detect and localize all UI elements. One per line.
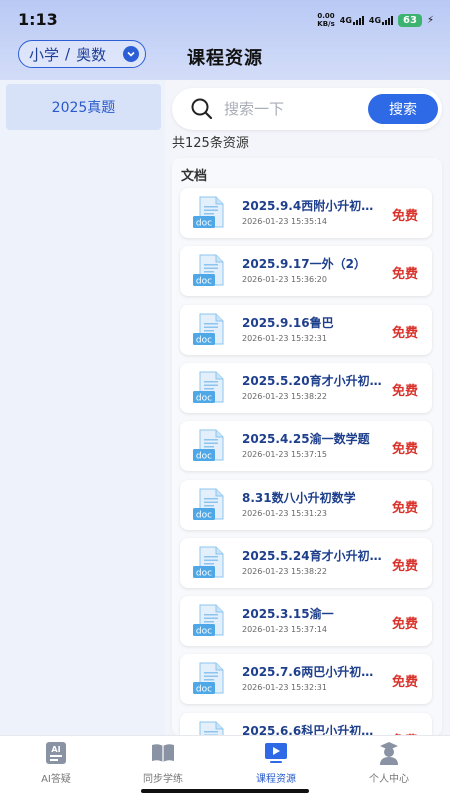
price-badge: 免费: [391, 558, 418, 574]
svg-text:doc: doc: [196, 277, 212, 287]
doc-file-icon: doc: [190, 312, 230, 348]
battery-indicator: 63: [398, 13, 422, 27]
tab-course-resources[interactable]: 课程资源: [220, 738, 332, 788]
result-count: 共125条资源: [172, 136, 249, 151]
item-title: 2025.9.17一外（2）: [242, 257, 366, 272]
list-item[interactable]: doc 2025.4.25渝一数学题 2026-01-23 15:37:15 免费: [180, 421, 432, 472]
status-time: 1:13: [18, 10, 58, 29]
item-title: 2025.3.15渝一: [242, 607, 334, 622]
list-item[interactable]: doc 2025.5.20育才小升初数学 2026-01-23 15:38:22 免费: [180, 362, 432, 413]
list-item[interactable]: doc2025.6.6科巴小升初数学2026-01-23 15:33:10免费: [180, 712, 432, 736]
list-item[interactable]: doc 2025.9.4西附小升初数学 2026-01-23 15:35:14 免费: [180, 188, 432, 238]
item-timestamp: 2026-01-23 15:38:22: [242, 566, 327, 576]
list-item[interactable]: doc 8.31数八小升初数学 2026-01-23 15:31:23 免费: [180, 479, 432, 530]
item-title: 2025.5.20育才小升初数学: [242, 373, 382, 388]
tab-label: AI答疑: [41, 774, 71, 785]
svg-text:doc: doc: [196, 510, 212, 520]
svg-text:doc: doc: [196, 393, 212, 403]
search-icon: [190, 97, 214, 125]
section-title: 文档: [181, 169, 208, 184]
status-bar: 1:13 0.00 KB/s 4G 4G 63 ⚡: [0, 0, 450, 34]
item-timestamp: 2026-01-23 15:32:31: [242, 683, 327, 693]
page-title: 课程资源: [187, 48, 263, 69]
item-timestamp: 2026-01-23 15:36:20: [242, 275, 327, 285]
sidebar-item-2025[interactable]: 2025真题: [6, 84, 161, 130]
svg-text:doc: doc: [196, 219, 212, 229]
ai-answer-icon: AI: [41, 738, 71, 768]
user-graduate-icon: [374, 738, 404, 768]
item-title: 2025.9.4西附小升初数学: [242, 199, 382, 213]
item-title: 2025.6.6科巴小升初数学: [242, 723, 382, 736]
svg-text:doc: doc: [196, 335, 212, 345]
video-play-icon: [261, 738, 291, 768]
doc-file-icon: doc: [190, 603, 230, 639]
price-badge: 免费: [391, 267, 418, 283]
status-icons: 0.00 KB/s 4G 4G 63 ⚡: [317, 12, 434, 28]
home-indicator: [141, 789, 309, 793]
price-badge: 免费: [391, 442, 418, 458]
item-timestamp: 2026-01-23 15:37:15: [242, 450, 327, 460]
tab-label: 同步学练: [143, 774, 183, 785]
tab-ai-answer[interactable]: AI AI答疑: [0, 738, 112, 788]
doc-file-icon: doc: [190, 195, 230, 231]
signal-icon: 4G: [369, 15, 394, 25]
doc-file-icon: doc: [190, 428, 230, 464]
item-timestamp: 2026-01-23 15:37:14: [242, 625, 327, 635]
item-title: 2025.9.16鲁巴: [242, 315, 334, 330]
svg-text:doc: doc: [196, 685, 212, 695]
tab-label: 个人中心: [369, 774, 409, 785]
list-item[interactable]: doc 2025.9.16鲁巴 2026-01-23 15:32:31 免费: [180, 304, 432, 355]
search-button[interactable]: 搜索: [368, 94, 438, 124]
search-input[interactable]: [224, 96, 344, 122]
doc-file-icon: doc: [190, 661, 230, 697]
svg-text:AI: AI: [51, 745, 60, 754]
doc-file-icon: doc: [190, 545, 230, 581]
price-badge: 免费: [391, 209, 418, 224]
network-speed: 0.00 KB/s: [317, 12, 335, 28]
item-timestamp: 2026-01-23 15:38:22: [242, 391, 327, 401]
price-badge: 免费: [391, 383, 418, 399]
item-title: 8.31数八小升初数学: [242, 490, 356, 505]
tab-sync-practice[interactable]: 同步学练: [107, 738, 219, 788]
resource-panel: 文档 doc 2025.9.4西附小升初数学 2026-01-23 15:35:14…: [172, 158, 442, 736]
doc-file-icon: doc: [190, 370, 230, 406]
item-title: 2025.7.6两巴小升初数学: [242, 665, 382, 680]
doc-file-icon: doc: [190, 720, 230, 736]
list-item[interactable]: doc 2025.9.17一外（2） 2026-01-23 15:36:20 免费: [180, 246, 432, 297]
item-timestamp: 2026-01-23 15:31:23: [242, 508, 327, 518]
book-icon: [148, 738, 178, 768]
tab-personal-center[interactable]: 个人中心: [333, 738, 445, 788]
charging-icon: ⚡: [426, 14, 434, 26]
item-timestamp: 2026-01-23 15:32:31: [242, 333, 327, 343]
list-item[interactable]: doc 2025.5.24育才小升初数学 2026-01-23 15:38:22 免费: [180, 537, 432, 588]
search-bar: 搜索: [172, 88, 442, 130]
doc-file-icon: doc: [190, 487, 230, 523]
tab-label: 课程资源: [256, 774, 296, 785]
svg-text:doc: doc: [196, 568, 212, 578]
svg-text:doc: doc: [196, 627, 212, 637]
price-badge: 免费: [391, 500, 418, 516]
item-title: 2025.4.25渝一数学题: [242, 432, 370, 447]
list-item[interactable]: doc 2025.3.15渝一 2026-01-23 15:37:14 免费: [180, 596, 432, 647]
list-item[interactable]: doc 2025.7.6两巴小升初数学 2026-01-23 15:32:31 免费: [180, 654, 432, 705]
svg-text:doc: doc: [196, 452, 212, 462]
item-title: 2025.5.24育才小升初数学: [242, 548, 382, 563]
item-timestamp: 2026-01-23 15:35:14: [242, 217, 327, 226]
price-badge: 免费: [391, 675, 418, 691]
price-badge: 免费: [391, 617, 418, 633]
signal-icon: 4G: [340, 15, 364, 25]
doc-file-icon: doc: [190, 253, 230, 289]
price-badge: 免费: [391, 325, 418, 341]
sidebar: 2025真题: [0, 80, 165, 735]
